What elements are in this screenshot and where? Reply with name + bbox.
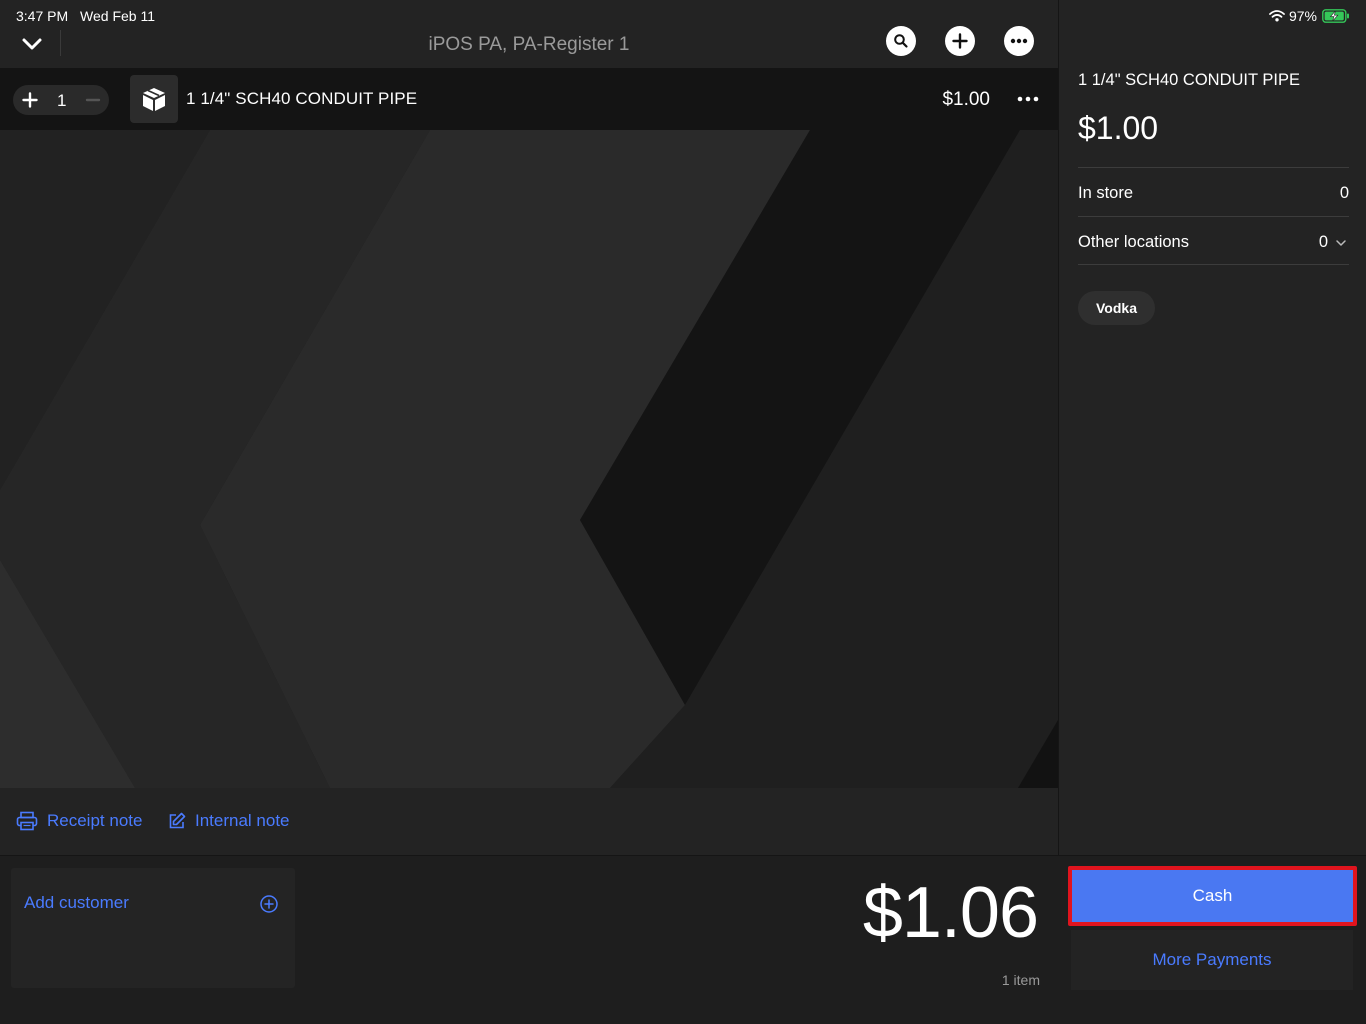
line-item-more-icon[interactable] (1014, 86, 1042, 112)
quantity-stepper: 1 (13, 85, 109, 115)
internal-note-button[interactable]: Internal note (168, 811, 290, 831)
in-store-label: In store (1078, 184, 1134, 202)
in-store-value: 0 (1339, 184, 1349, 202)
line-item-name: 1 1/4" SCH40 CONDUIT PIPE (186, 89, 418, 108)
background-chevron-pattern (0, 130, 1058, 788)
cart-panel: 3:47 PM Wed Feb 11 iPOS PA, PA-Register … (0, 0, 1058, 855)
order-total: $1.06 (862, 873, 1039, 953)
other-locations-value-wrap: 0 (1319, 233, 1349, 252)
other-locations-value: 0 (1318, 233, 1328, 251)
search-icon (894, 34, 908, 48)
line-item-price: $1.00 (942, 89, 990, 110)
add-circle-icon[interactable] (259, 894, 279, 914)
detail-item-price: $1.00 (1078, 110, 1159, 146)
in-store-stock-row: In store 0 (1078, 167, 1349, 216)
item-thumbnail (130, 75, 178, 123)
quantity-value: 1 (57, 91, 67, 110)
printer-icon (16, 811, 38, 831)
search-button[interactable] (886, 26, 916, 56)
add-item-button[interactable] (945, 26, 975, 56)
internal-note-label: Internal note (195, 811, 290, 830)
cash-button-label: Cash (1192, 886, 1233, 905)
decrement-minus-icon[interactable] (85, 91, 101, 109)
item-count: 1 item (1001, 972, 1040, 988)
more-options-button[interactable] (1004, 26, 1034, 56)
plus-icon (952, 33, 968, 49)
cart-line-item[interactable]: 1 1 1/4" SCH40 CONDUIT PIPE $1.00 (0, 68, 1058, 130)
item-detail-panel: 97% 1 1/4" SCH40 CONDUIT PIPE $1.00 In s… (1058, 0, 1366, 855)
detail-item-name: 1 1/4" SCH40 CONDUIT PIPE (1078, 71, 1300, 89)
ellipsis-icon (1010, 38, 1028, 44)
package-box-icon (143, 88, 165, 111)
more-payments-button[interactable]: More Payments (1071, 930, 1353, 990)
chevron-down-icon (1336, 239, 1346, 246)
checkout-bar: Add customer $1.06 1 item Cash More Paym… (0, 855, 1366, 1024)
battery-charging-icon (1322, 9, 1349, 23)
status-time: 3:47 PM (16, 8, 69, 24)
status-bar-clock: 3:47 PM Wed Feb 11 (16, 8, 163, 24)
cash-payment-button[interactable]: Cash (1068, 866, 1357, 926)
receipt-note-label: Receipt note (47, 811, 143, 830)
notes-bar: Receipt note Internal note (0, 788, 1058, 855)
battery-percent: 97% (1288, 8, 1317, 24)
status-bar-indicators: 97% (1269, 8, 1350, 24)
wifi-icon (1269, 10, 1285, 22)
other-locations-row[interactable]: Other locations 0 (1078, 216, 1349, 265)
add-customer-card[interactable]: Add customer (11, 868, 295, 988)
increment-plus-icon[interactable] (21, 91, 39, 109)
receipt-note-button[interactable]: Receipt note (16, 811, 142, 831)
edit-note-icon (169, 812, 186, 829)
status-date: Wed Feb 11 (80, 8, 156, 24)
item-tag-chip[interactable]: Vodka (1078, 291, 1155, 325)
other-locations-label: Other locations (1078, 233, 1189, 251)
add-customer-label: Add customer (24, 893, 129, 912)
